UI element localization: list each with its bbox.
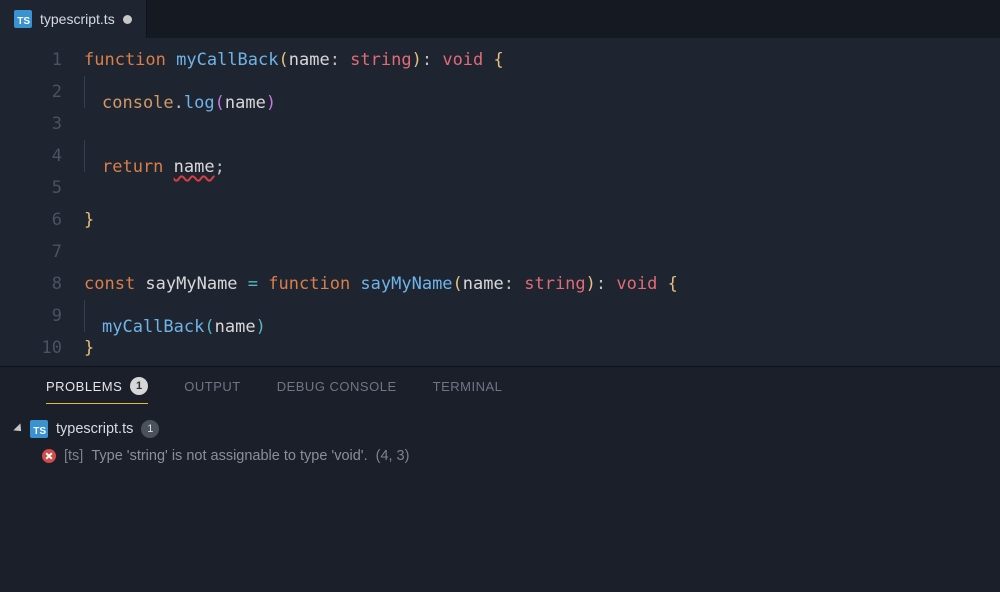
dirty-indicator-icon (123, 15, 132, 24)
code-line[interactable]: console.log(name) (84, 76, 1000, 108)
problem-item[interactable]: [ts] Type 'string' is not assignable to … (10, 442, 990, 470)
tab-problems[interactable]: PROBLEMS 1 (46, 377, 148, 404)
tab-output[interactable]: OUTPUT (184, 379, 240, 402)
bottom-panel: PROBLEMS 1 OUTPUT DEBUG CONSOLE TERMINAL… (0, 366, 1000, 592)
code-line[interactable]: const sayMyName = function sayMyName(nam… (84, 268, 1000, 300)
tab-debug-console[interactable]: DEBUG CONSOLE (277, 379, 397, 402)
error-icon (42, 449, 56, 463)
tab-bar: TS typescript.ts (0, 0, 1000, 38)
tab-filename: typescript.ts (40, 11, 115, 27)
code-content[interactable]: function myCallBack(name: string): void … (84, 44, 1000, 364)
tab-debug-label: DEBUG CONSOLE (277, 379, 397, 394)
problems-file-name: typescript.ts (56, 421, 133, 437)
ts-file-icon: TS (14, 10, 32, 28)
code-line[interactable] (84, 236, 1000, 268)
problems-list: TS typescript.ts 1 [ts] Type 'string' is… (0, 404, 1000, 470)
expand-icon (13, 423, 24, 434)
code-editor[interactable]: 12345678910 function myCallBack(name: st… (0, 38, 1000, 366)
code-line[interactable]: } (84, 204, 1000, 236)
tab-problems-label: PROBLEMS (46, 379, 122, 394)
problem-location: (4, 3) (376, 448, 410, 464)
ts-file-icon: TS (30, 420, 48, 438)
problem-message: Type 'string' is not assignable to type … (91, 448, 367, 464)
problem-source: [ts] (64, 448, 83, 464)
file-error-count-badge: 1 (141, 420, 159, 438)
code-line[interactable]: myCallBack(name) (84, 300, 1000, 332)
code-line[interactable]: return name; (84, 140, 1000, 172)
panel-tab-bar: PROBLEMS 1 OUTPUT DEBUG CONSOLE TERMINAL (0, 367, 1000, 404)
problems-file-row[interactable]: TS typescript.ts 1 (10, 416, 990, 442)
code-line[interactable]: function myCallBack(name: string): void … (84, 44, 1000, 76)
tab-terminal[interactable]: TERMINAL (433, 379, 503, 402)
problems-count-badge: 1 (130, 377, 148, 395)
tab-output-label: OUTPUT (184, 379, 240, 394)
tab-terminal-label: TERMINAL (433, 379, 503, 394)
editor-tab[interactable]: TS typescript.ts (0, 0, 147, 38)
line-number-gutter: 12345678910 (0, 44, 84, 366)
